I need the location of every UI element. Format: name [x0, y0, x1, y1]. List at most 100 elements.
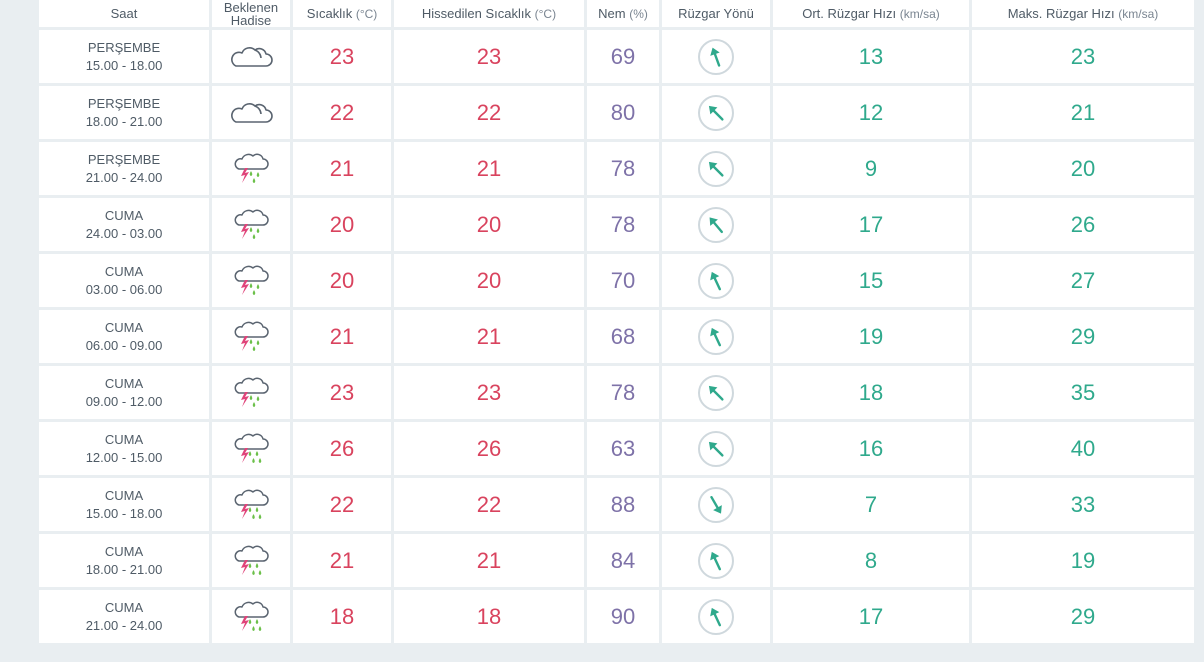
- day-label: CUMA: [104, 319, 144, 335]
- time-range: 09.00 - 12.00: [85, 393, 163, 409]
- time-range: 21.00 - 24.00: [85, 617, 163, 633]
- day-label: PERŞEMBE: [87, 39, 161, 55]
- feels-like-cell: 21: [394, 310, 584, 363]
- avg-wind-cell: 8: [773, 534, 969, 587]
- weather-cell: [212, 310, 290, 363]
- max-wind-cell: 27: [972, 254, 1194, 307]
- time-range: 12.00 - 15.00: [85, 449, 163, 465]
- weather-cell: [212, 422, 290, 475]
- wind-direction-arrow-icon: [698, 206, 734, 243]
- day-label: CUMA: [104, 543, 144, 559]
- avg-wind-cell: 9: [773, 142, 969, 195]
- humidity-cell: 78: [587, 366, 659, 419]
- time-cell: CUMA 18.00 - 21.00: [39, 534, 209, 587]
- wind-direction-cell: [662, 310, 770, 363]
- temperature-cell: 22: [293, 478, 391, 531]
- time-range: 03.00 - 06.00: [85, 281, 163, 297]
- table-row: PERŞEMBE 21.00 - 24.00 21 21 78 9 20: [39, 142, 1194, 195]
- avg-wind-cell: 12: [773, 86, 969, 139]
- day-label: CUMA: [104, 375, 144, 391]
- forecast-table: Saat Beklenen Hadise Sıcaklık (°C) Hissed…: [36, 0, 1197, 646]
- max-wind-cell: 33: [972, 478, 1194, 531]
- thunderstorm-rain-icon: [212, 319, 290, 355]
- weather-cell: [212, 478, 290, 531]
- temperature-cell: 23: [293, 366, 391, 419]
- thunderstorm-heavy-rain-icon: [212, 431, 290, 467]
- humidity-cell: 78: [587, 198, 659, 251]
- day-label: CUMA: [104, 431, 144, 447]
- wind-direction-arrow-icon: [698, 542, 734, 579]
- max-wind-cell: 23: [972, 30, 1194, 83]
- wind-direction-cell: [662, 590, 770, 643]
- temperature-cell: 21: [293, 310, 391, 363]
- weather-cell: [212, 590, 290, 643]
- max-wind-cell: 29: [972, 590, 1194, 643]
- cloudy-icon: [212, 100, 290, 126]
- day-label: PERŞEMBE: [87, 95, 161, 111]
- time-cell: PERŞEMBE 21.00 - 24.00: [39, 142, 209, 195]
- day-label: CUMA: [104, 207, 144, 223]
- day-label: CUMA: [104, 487, 144, 503]
- humidity-cell: 78: [587, 142, 659, 195]
- wind-direction-cell: [662, 198, 770, 251]
- table-row: CUMA 21.00 - 24.00 18 18 90 17 29: [39, 590, 1194, 643]
- table-row: PERŞEMBE 18.00 - 21.00 22 22 80 12 21: [39, 86, 1194, 139]
- weather-cell: [212, 254, 290, 307]
- time-range: 18.00 - 21.00: [85, 561, 163, 577]
- temperature-cell: 20: [293, 198, 391, 251]
- humidity-cell: 63: [587, 422, 659, 475]
- time-range: 15.00 - 18.00: [85, 505, 163, 521]
- table-row: CUMA 15.00 - 18.00 22 22 88 7 33: [39, 478, 1194, 531]
- table-header-row: Saat Beklenen Hadise Sıcaklık (°C) Hissed…: [39, 0, 1194, 27]
- avg-wind-cell: 17: [773, 590, 969, 643]
- wind-direction-arrow-icon: [698, 486, 734, 523]
- time-cell: CUMA 09.00 - 12.00: [39, 366, 209, 419]
- weather-cell: [212, 534, 290, 587]
- avg-wind-cell: 19: [773, 310, 969, 363]
- table-row: CUMA 06.00 - 09.00 21 21 68 19 29: [39, 310, 1194, 363]
- time-range: 21.00 - 24.00: [85, 169, 163, 185]
- header-nem: Nem (%): [587, 0, 659, 27]
- wind-direction-arrow-icon: [698, 430, 734, 467]
- wind-direction-cell: [662, 422, 770, 475]
- temperature-cell: 23: [293, 30, 391, 83]
- weather-cell: [212, 366, 290, 419]
- temperature-cell: 22: [293, 86, 391, 139]
- table-row: PERŞEMBE 15.00 - 18.00 23 23 69 13 23: [39, 30, 1194, 83]
- wind-direction-arrow-icon: [698, 38, 734, 75]
- humidity-cell: 80: [587, 86, 659, 139]
- max-wind-cell: 19: [972, 534, 1194, 587]
- thunderstorm-heavy-rain-icon: [212, 487, 290, 523]
- humidity-cell: 68: [587, 310, 659, 363]
- feels-like-cell: 22: [394, 86, 584, 139]
- time-cell: CUMA 15.00 - 18.00: [39, 478, 209, 531]
- header-maks-ruzgar: Maks. Rüzgar Hızı (km/sa): [972, 0, 1194, 27]
- time-cell: CUMA 21.00 - 24.00: [39, 590, 209, 643]
- header-hadise: Beklenen Hadise: [212, 0, 290, 27]
- avg-wind-cell: 18: [773, 366, 969, 419]
- thunderstorm-rain-icon: [212, 151, 290, 187]
- day-label: CUMA: [104, 599, 144, 615]
- feels-like-cell: 23: [394, 366, 584, 419]
- feels-like-cell: 20: [394, 254, 584, 307]
- weather-cell: [212, 30, 290, 83]
- humidity-cell: 90: [587, 590, 659, 643]
- wind-direction-cell: [662, 30, 770, 83]
- max-wind-cell: 26: [972, 198, 1194, 251]
- time-range: 24.00 - 03.00: [85, 225, 163, 241]
- header-ruzgar-yonu: Rüzgar Yönü: [662, 0, 770, 27]
- wind-direction-cell: [662, 534, 770, 587]
- wind-direction-cell: [662, 478, 770, 531]
- time-cell: CUMA 12.00 - 15.00: [39, 422, 209, 475]
- feels-like-cell: 21: [394, 142, 584, 195]
- avg-wind-cell: 16: [773, 422, 969, 475]
- humidity-cell: 69: [587, 30, 659, 83]
- wind-direction-arrow-icon: [698, 94, 734, 131]
- humidity-cell: 70: [587, 254, 659, 307]
- wind-direction-cell: [662, 142, 770, 195]
- weather-cell: [212, 142, 290, 195]
- table-row: CUMA 12.00 - 15.00 26 26 63 16 40: [39, 422, 1194, 475]
- wind-direction-cell: [662, 86, 770, 139]
- max-wind-cell: 21: [972, 86, 1194, 139]
- time-range: 18.00 - 21.00: [85, 113, 163, 129]
